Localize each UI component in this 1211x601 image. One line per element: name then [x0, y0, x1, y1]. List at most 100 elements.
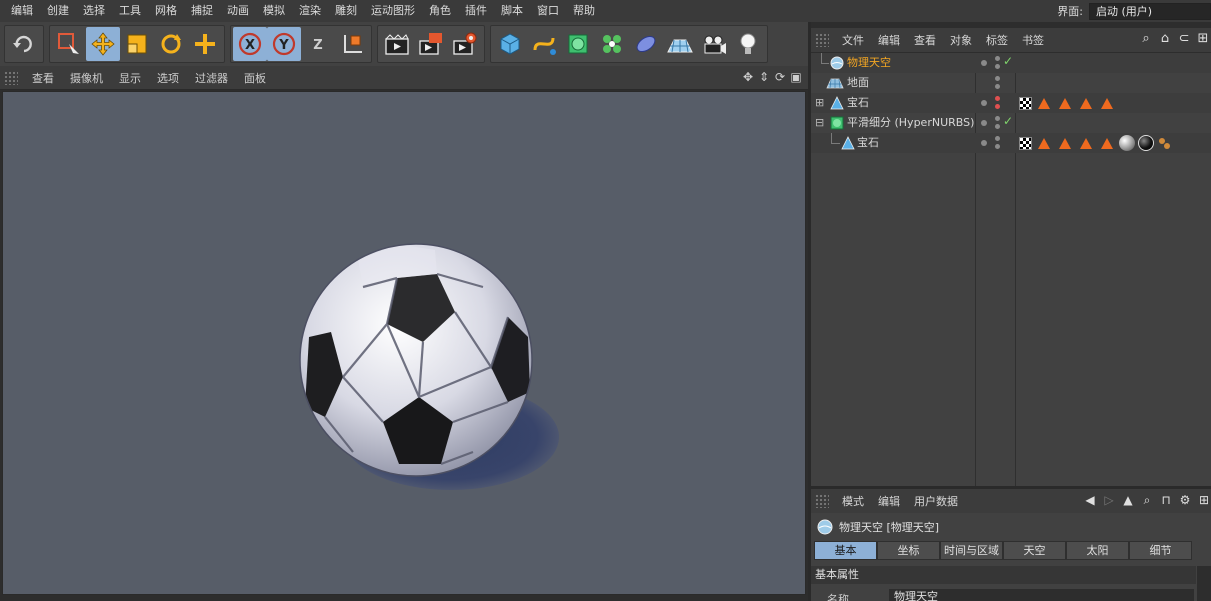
- floor-icon[interactable]: [663, 27, 697, 61]
- om-menu-file[interactable]: 文件: [835, 32, 871, 48]
- selection-tag-icon[interactable]: [1080, 97, 1092, 109]
- subdivision-surface-icon[interactable]: [561, 27, 595, 61]
- checker-tag-icon[interactable]: [1019, 136, 1032, 150]
- pan-icon[interactable]: ✥: [742, 70, 754, 84]
- object-row-hypernurbs[interactable]: ⊟ 平滑细分 (HyperNURBS) ✓: [811, 113, 1211, 133]
- x-axis-icon[interactable]: X: [233, 27, 267, 61]
- menu-window[interactable]: 窗口: [530, 0, 566, 22]
- menu-script[interactable]: 脚本: [494, 0, 530, 22]
- menu-sculpt[interactable]: 雕刻: [328, 0, 364, 22]
- object-row-gem[interactable]: ⊞ 宝石: [811, 93, 1211, 113]
- menu-create[interactable]: 创建: [40, 0, 76, 22]
- light-icon[interactable]: [731, 27, 765, 61]
- tab-sun[interactable]: 太阳: [1066, 541, 1129, 560]
- maximize-icon[interactable]: ▣: [790, 70, 802, 84]
- search-icon[interactable]: ⌕: [1138, 31, 1154, 47]
- selection-tag-icon[interactable]: [1059, 97, 1071, 109]
- material-tag-icon[interactable]: [1138, 135, 1154, 151]
- orbit-icon[interactable]: ⟳: [774, 70, 786, 84]
- visibility-dots[interactable]: [981, 116, 1000, 130]
- viewport-menu-options[interactable]: 选项: [149, 70, 187, 86]
- back-arrow-icon[interactable]: ◀: [1083, 492, 1097, 508]
- tab-coordinates[interactable]: 坐标: [877, 541, 940, 560]
- visibility-dots[interactable]: [981, 76, 1000, 90]
- material-tag-icon[interactable]: [1119, 135, 1135, 151]
- om-menu-bookmarks[interactable]: 书签: [1015, 32, 1051, 48]
- coordinate-system-icon[interactable]: [335, 27, 369, 61]
- enabled-check-icon[interactable]: ✓: [1003, 54, 1013, 68]
- render-view-icon[interactable]: [380, 27, 414, 61]
- object-row-floor[interactable]: 地面: [811, 73, 1211, 93]
- undo-icon[interactable]: [7, 27, 41, 61]
- object-manager-grip[interactable]: [815, 33, 829, 47]
- 3d-viewport[interactable]: [2, 91, 806, 595]
- visibility-dots[interactable]: [981, 136, 1000, 150]
- name-field[interactable]: 物理天空: [889, 589, 1194, 601]
- y-axis-icon[interactable]: Y: [267, 27, 301, 61]
- viewport-menu-panel[interactable]: 面板: [236, 70, 274, 86]
- menu-render[interactable]: 渲染: [292, 0, 328, 22]
- collapse-icon[interactable]: ⊟: [815, 116, 824, 129]
- menu-edit[interactable]: 编辑: [4, 0, 40, 22]
- compositing-tag-icon[interactable]: [1157, 136, 1171, 150]
- rotate-icon[interactable]: [154, 27, 188, 61]
- om-menu-edit[interactable]: 编辑: [871, 32, 907, 48]
- menu-snap[interactable]: 捕捉: [184, 0, 220, 22]
- home-icon[interactable]: ⌂: [1157, 31, 1173, 47]
- om-menu-objects[interactable]: 对象: [943, 32, 979, 48]
- selection-tag-icon[interactable]: [1038, 97, 1050, 109]
- viewport-menu-cameras[interactable]: 摄像机: [62, 70, 111, 86]
- viewport-menu-view[interactable]: 查看: [24, 70, 62, 86]
- om-menu-tags[interactable]: 标签: [979, 32, 1015, 48]
- spline-pen-icon[interactable]: [527, 27, 561, 61]
- expand-icon[interactable]: ⊞: [815, 96, 824, 109]
- attribute-manager-grip[interactable]: [815, 494, 829, 508]
- z-axis-icon[interactable]: Z: [301, 27, 335, 61]
- deformer-icon[interactable]: [629, 27, 663, 61]
- checker-tag-icon[interactable]: [1019, 96, 1032, 110]
- selection-tag-icon[interactable]: [1038, 137, 1050, 149]
- new-window-icon[interactable]: ⊞: [1195, 31, 1211, 47]
- new-window-icon[interactable]: ⊞: [1197, 492, 1211, 508]
- scrollbar[interactable]: [1197, 566, 1211, 601]
- menu-help[interactable]: 帮助: [566, 0, 602, 22]
- settings-icon[interactable]: ⚙: [1178, 492, 1192, 508]
- am-menu-mode[interactable]: 模式: [835, 493, 871, 509]
- section-header[interactable]: 基本属性: [811, 566, 1196, 584]
- add-icon[interactable]: [188, 27, 222, 61]
- cloner-icon[interactable]: [595, 27, 629, 61]
- render-to-picture-viewer-icon[interactable]: [414, 27, 448, 61]
- render-settings-icon[interactable]: [448, 27, 482, 61]
- selection-tag-icon[interactable]: [1080, 137, 1092, 149]
- menu-mograph[interactable]: 运动图形: [364, 0, 422, 22]
- forward-arrow-icon[interactable]: ▷: [1102, 492, 1116, 508]
- menu-tools[interactable]: 工具: [112, 0, 148, 22]
- layout-select[interactable]: 启动 (用户): [1089, 2, 1211, 20]
- enabled-check-icon[interactable]: ✓: [1003, 114, 1013, 128]
- selection-tag-icon[interactable]: [1101, 137, 1113, 149]
- menu-character[interactable]: 角色: [422, 0, 458, 22]
- menu-animate[interactable]: 动画: [220, 0, 256, 22]
- tab-details[interactable]: 细节: [1129, 541, 1192, 560]
- search-icon[interactable]: ⌕: [1140, 492, 1154, 508]
- link-icon[interactable]: ⊂: [1176, 31, 1192, 47]
- menu-simulate[interactable]: 模拟: [256, 0, 292, 22]
- am-menu-edit[interactable]: 编辑: [871, 493, 907, 509]
- om-menu-view[interactable]: 查看: [907, 32, 943, 48]
- scale-icon[interactable]: [120, 27, 154, 61]
- object-row-physical-sky[interactable]: 物理天空 ✓: [811, 53, 1211, 73]
- cube-icon[interactable]: [493, 27, 527, 61]
- visibility-dots[interactable]: [981, 96, 1000, 110]
- object-row-gem-child[interactable]: 宝石: [811, 133, 1211, 153]
- zoom-icon[interactable]: ⇕: [758, 70, 770, 84]
- menu-plugins[interactable]: 插件: [458, 0, 494, 22]
- menu-select[interactable]: 选择: [76, 0, 112, 22]
- visibility-dots[interactable]: [981, 56, 1000, 70]
- viewport-menu-display[interactable]: 显示: [111, 70, 149, 86]
- selection-tag-icon[interactable]: [1059, 137, 1071, 149]
- move-icon[interactable]: [86, 27, 120, 61]
- live-selection-icon[interactable]: [52, 27, 86, 61]
- viewport-menu-filter[interactable]: 过滤器: [187, 70, 236, 86]
- am-menu-user-data[interactable]: 用户数据: [907, 493, 965, 509]
- selection-tag-icon[interactable]: [1101, 97, 1113, 109]
